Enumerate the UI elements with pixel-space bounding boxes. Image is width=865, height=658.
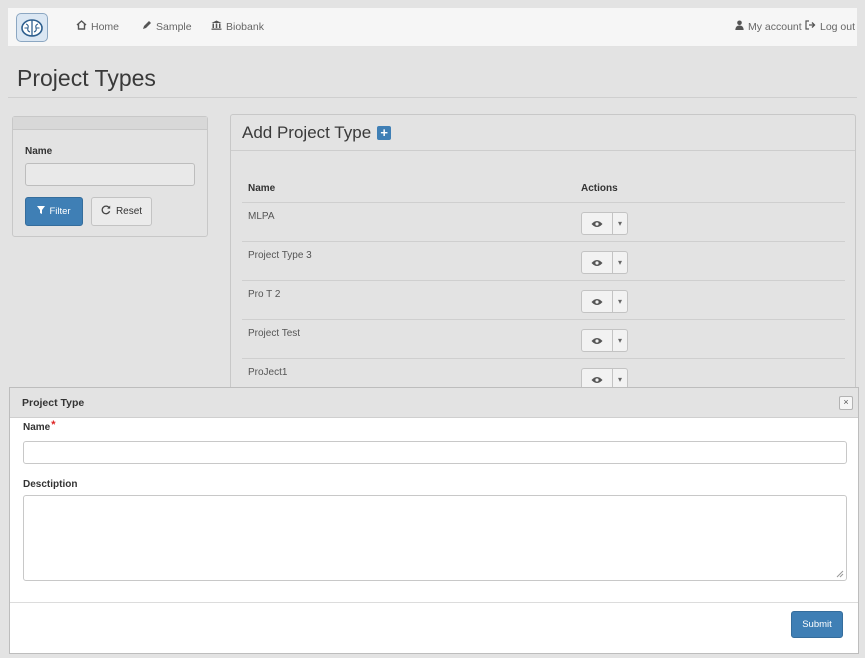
caret-down-icon: ▾ bbox=[617, 375, 622, 384]
filter-panel: Name Filter Reset bbox=[12, 116, 208, 237]
plus-square-icon[interactable]: + bbox=[377, 126, 392, 140]
row-actions: ▾ bbox=[581, 251, 628, 274]
close-icon[interactable]: × bbox=[839, 396, 853, 410]
row-name: ProJect1 bbox=[248, 367, 288, 378]
filter-button[interactable]: Filter bbox=[25, 197, 83, 226]
add-project-type-label: Add Project Type bbox=[242, 123, 372, 142]
modal-name-label: Name* bbox=[23, 419, 56, 433]
row-actions: ▾ bbox=[581, 329, 628, 352]
reset-button-label: Reset bbox=[115, 206, 143, 217]
nav-home-label: Home bbox=[91, 20, 120, 33]
eye-icon bbox=[591, 376, 603, 383]
view-button[interactable] bbox=[581, 212, 613, 235]
submit-button[interactable]: Submit bbox=[791, 611, 843, 638]
modal-header: Project Type × bbox=[10, 388, 858, 418]
nav-home[interactable]: Home bbox=[76, 20, 119, 33]
caret-down-icon: ▾ bbox=[617, 219, 622, 228]
filter-button-label: Filter bbox=[49, 206, 71, 217]
eye-icon bbox=[591, 259, 603, 266]
nav-sample[interactable]: Sample bbox=[142, 20, 192, 33]
row-actions: ▾ bbox=[581, 290, 628, 313]
nav-my-account[interactable]: My account bbox=[735, 20, 802, 33]
actions-dropdown-toggle[interactable]: ▾ bbox=[613, 290, 628, 313]
required-asterisk: * bbox=[51, 419, 56, 431]
user-icon bbox=[735, 20, 744, 33]
table-row: Project Type 3 ▾ bbox=[242, 241, 845, 281]
eye-icon bbox=[591, 220, 603, 227]
filter-name-label: Name bbox=[25, 146, 53, 157]
nav-log-out-label: Log out bbox=[820, 20, 856, 33]
project-types-panel: Add Project Type + Name Actions MLPA ▾ P… bbox=[230, 114, 856, 406]
modal-name-input[interactable] bbox=[23, 441, 847, 464]
nav-biobank-label: Biobank bbox=[226, 20, 264, 33]
view-button[interactable] bbox=[581, 329, 613, 352]
row-name: MLPA bbox=[248, 211, 275, 222]
resize-handle-icon[interactable] bbox=[836, 570, 844, 578]
pencil-icon bbox=[142, 20, 152, 33]
row-actions: ▾ bbox=[581, 368, 628, 391]
eye-icon bbox=[591, 298, 603, 305]
modal-description-textarea[interactable] bbox=[23, 495, 847, 581]
view-button[interactable] bbox=[581, 251, 613, 274]
row-name: Project Test bbox=[248, 328, 301, 339]
funnel-icon bbox=[37, 206, 46, 217]
modal-title: Project Type bbox=[22, 397, 85, 409]
nav-sample-label: Sample bbox=[156, 20, 192, 33]
reset-button[interactable]: Reset bbox=[91, 197, 152, 226]
modal-footer-divider bbox=[10, 602, 858, 603]
refresh-icon bbox=[101, 205, 111, 218]
logout-icon bbox=[805, 20, 816, 33]
nav-log-out[interactable]: Log out bbox=[805, 20, 855, 33]
caret-down-icon: ▾ bbox=[617, 258, 622, 267]
table-row: MLPA ▾ bbox=[242, 202, 845, 242]
panel-heading: Add Project Type + bbox=[231, 115, 855, 151]
actions-dropdown-toggle[interactable]: ▾ bbox=[613, 329, 628, 352]
row-name: Pro T 2 bbox=[248, 289, 281, 300]
column-header-actions: Actions bbox=[581, 183, 618, 194]
brain-icon bbox=[21, 18, 43, 37]
row-name: Project Type 3 bbox=[248, 250, 312, 261]
actions-dropdown-toggle[interactable]: ▾ bbox=[613, 251, 628, 274]
navbar: Home Sample Biobank My account Log out bbox=[8, 8, 857, 47]
caret-down-icon: ▾ bbox=[617, 297, 622, 306]
nav-my-account-label: My account bbox=[748, 20, 802, 33]
caret-down-icon: ▾ bbox=[617, 336, 622, 345]
filter-name-input[interactable] bbox=[25, 163, 195, 186]
project-type-modal: Project Type × Name* Desctiption Submit bbox=[9, 387, 859, 654]
row-actions: ▾ bbox=[581, 212, 628, 235]
home-icon bbox=[76, 20, 87, 33]
brand-logo[interactable] bbox=[16, 13, 48, 42]
filter-panel-heading bbox=[13, 117, 207, 130]
actions-dropdown-toggle[interactable]: ▾ bbox=[613, 212, 628, 235]
column-header-name: Name bbox=[248, 183, 276, 194]
eye-icon bbox=[591, 337, 603, 344]
modal-name-label-text: Name bbox=[23, 422, 51, 433]
table-row: Pro T 2 ▾ bbox=[242, 280, 845, 320]
page-title: Project Types bbox=[17, 65, 156, 91]
table-row: Project Test ▾ bbox=[242, 319, 845, 359]
modal-description-label: Desctiption bbox=[23, 479, 78, 490]
view-button[interactable] bbox=[581, 290, 613, 313]
title-divider bbox=[8, 97, 857, 98]
nav-biobank[interactable]: Biobank bbox=[211, 20, 264, 33]
add-project-type-heading[interactable]: Add Project Type + bbox=[242, 123, 392, 143]
bank-icon bbox=[211, 20, 222, 33]
